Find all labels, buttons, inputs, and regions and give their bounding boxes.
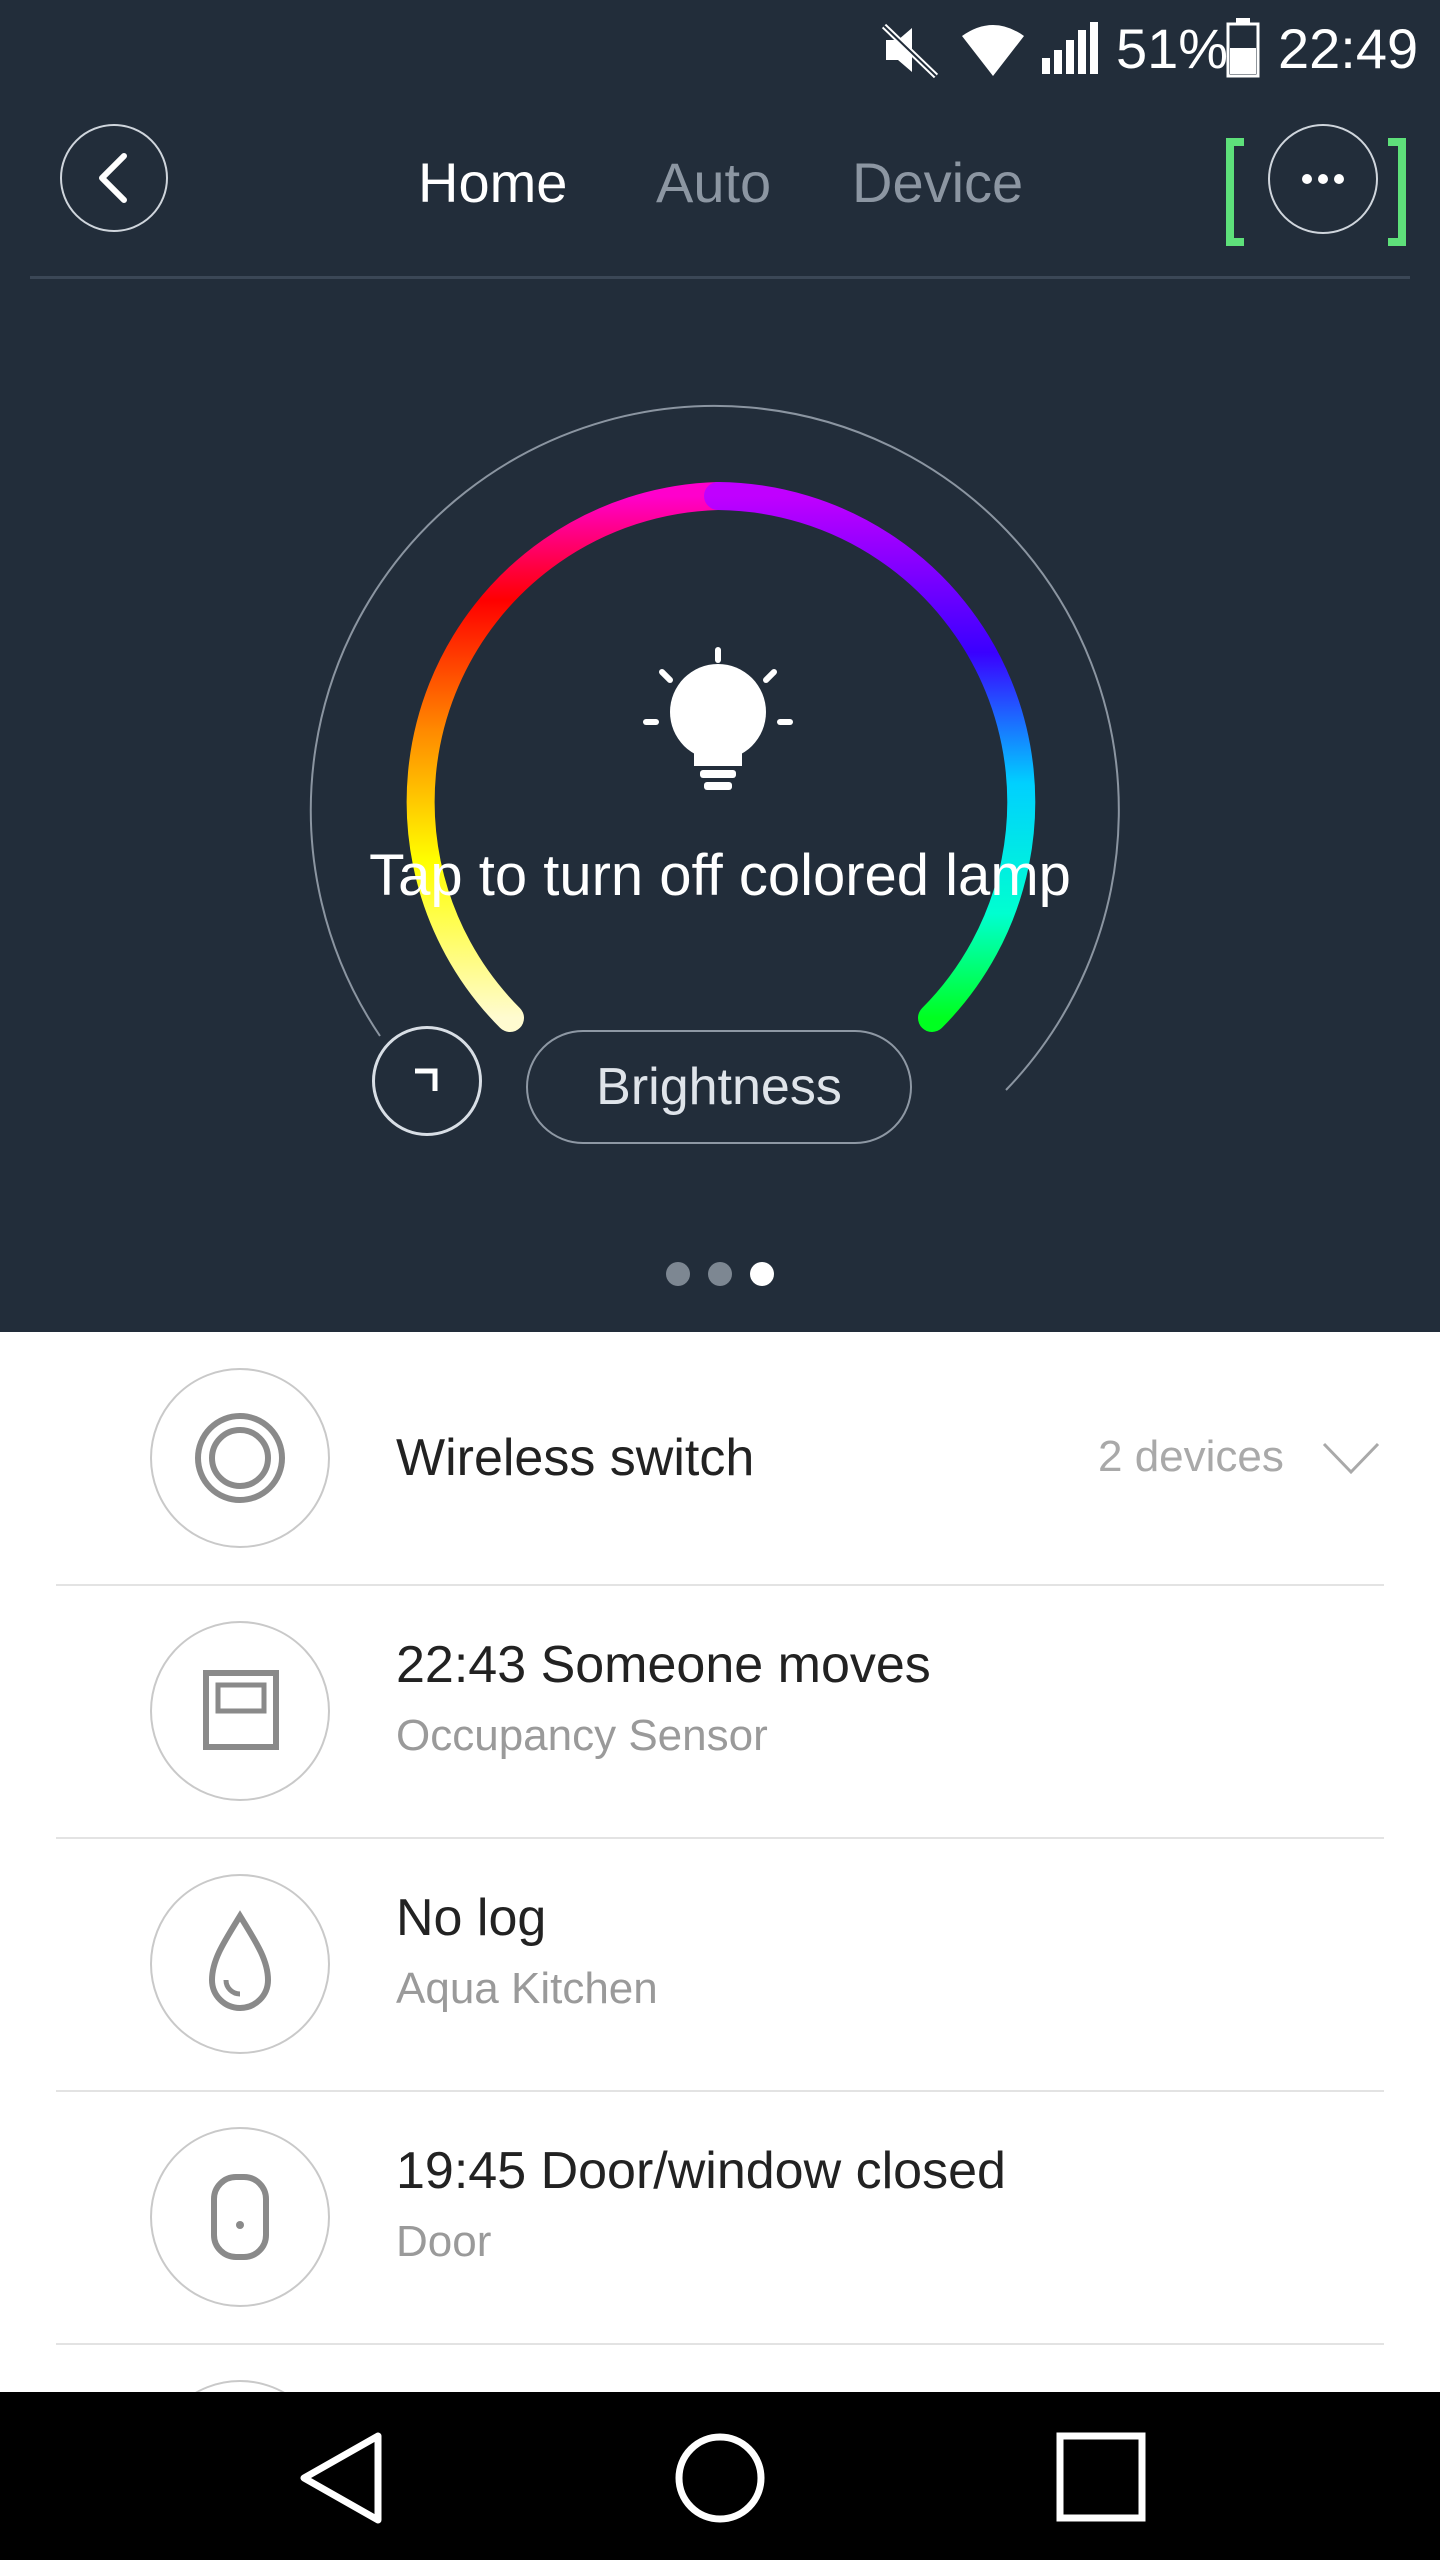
door-sensor-icon bbox=[150, 2127, 330, 2307]
page-dot-active bbox=[750, 1262, 774, 1286]
page-dot bbox=[708, 1262, 732, 1286]
item-title: 22:43 Someone moves bbox=[396, 1636, 931, 1694]
battery-percent: 51% bbox=[1116, 17, 1229, 80]
device-count[interactable]: 2 devices bbox=[1098, 1432, 1284, 1482]
color-arc-right bbox=[704, 482, 1036, 1032]
home-nav-icon[interactable] bbox=[672, 2430, 768, 2526]
mute-icon bbox=[881, 23, 939, 78]
tab-home[interactable]: Home bbox=[418, 150, 567, 215]
occupancy-sensor-icon bbox=[150, 1621, 330, 1801]
recents-nav-icon[interactable] bbox=[1056, 2432, 1146, 2522]
chevron-down-icon[interactable] bbox=[1322, 1442, 1380, 1476]
highlight-bracket-right bbox=[1388, 138, 1406, 246]
item-subtitle: Aqua Kitchen bbox=[396, 1964, 658, 2013]
header-divider bbox=[30, 276, 1410, 279]
item-title: 19:45 Door/window closed bbox=[396, 2142, 1006, 2200]
divider bbox=[56, 2343, 1384, 2345]
lamp-toggle-label[interactable]: Tap to turn off colored lamp bbox=[0, 842, 1440, 909]
back-button[interactable] bbox=[60, 124, 168, 232]
clock: 22:49 bbox=[1278, 17, 1419, 80]
battery-icon bbox=[1226, 18, 1260, 78]
page-dot bbox=[666, 1262, 690, 1286]
more-icon bbox=[1302, 174, 1344, 184]
item-title: Wireless switch bbox=[396, 1429, 755, 1487]
brightness-button[interactable]: Brightness bbox=[526, 1030, 912, 1144]
item-title: No log bbox=[396, 1889, 547, 1947]
page-indicator bbox=[662, 1262, 778, 1288]
highlight-bracket-left bbox=[1226, 138, 1244, 246]
more-options-button[interactable] bbox=[1268, 124, 1378, 234]
lightbulb-icon bbox=[643, 647, 793, 790]
tab-auto[interactable]: Auto bbox=[656, 150, 771, 215]
wifi-icon bbox=[962, 25, 1024, 76]
signal-icon bbox=[1042, 22, 1098, 74]
list-item[interactable]: 19:45 Door/window closed Door bbox=[0, 2091, 1440, 2344]
tab-device[interactable]: Device bbox=[852, 150, 1023, 215]
chevron-left-icon bbox=[99, 153, 127, 203]
corner-icon bbox=[415, 1068, 438, 1091]
status-bar: 51% 22:49 bbox=[0, 0, 1440, 100]
list-item[interactable]: 22:43 Someone moves Occupancy Sensor bbox=[0, 1585, 1440, 1838]
list-item[interactable]: No log Aqua Kitchen bbox=[0, 1838, 1440, 2091]
wireless-switch-icon bbox=[150, 1368, 330, 1548]
item-subtitle: Door bbox=[396, 2217, 492, 2266]
list-item[interactable]: Wireless switch 2 devices bbox=[0, 1332, 1440, 1585]
top-panel: 51% 22:49 Home Auto Device Tap to turn o… bbox=[0, 0, 1440, 1332]
system-nav-bar bbox=[0, 2392, 1440, 2560]
back-nav-icon[interactable] bbox=[298, 2432, 384, 2524]
mode-toggle-button[interactable] bbox=[372, 1026, 482, 1136]
item-subtitle: Occupancy Sensor bbox=[396, 1711, 768, 1760]
header: Home Auto Device bbox=[0, 110, 1440, 250]
water-drop-icon bbox=[150, 1874, 330, 2054]
color-arc-left bbox=[406, 482, 732, 1032]
